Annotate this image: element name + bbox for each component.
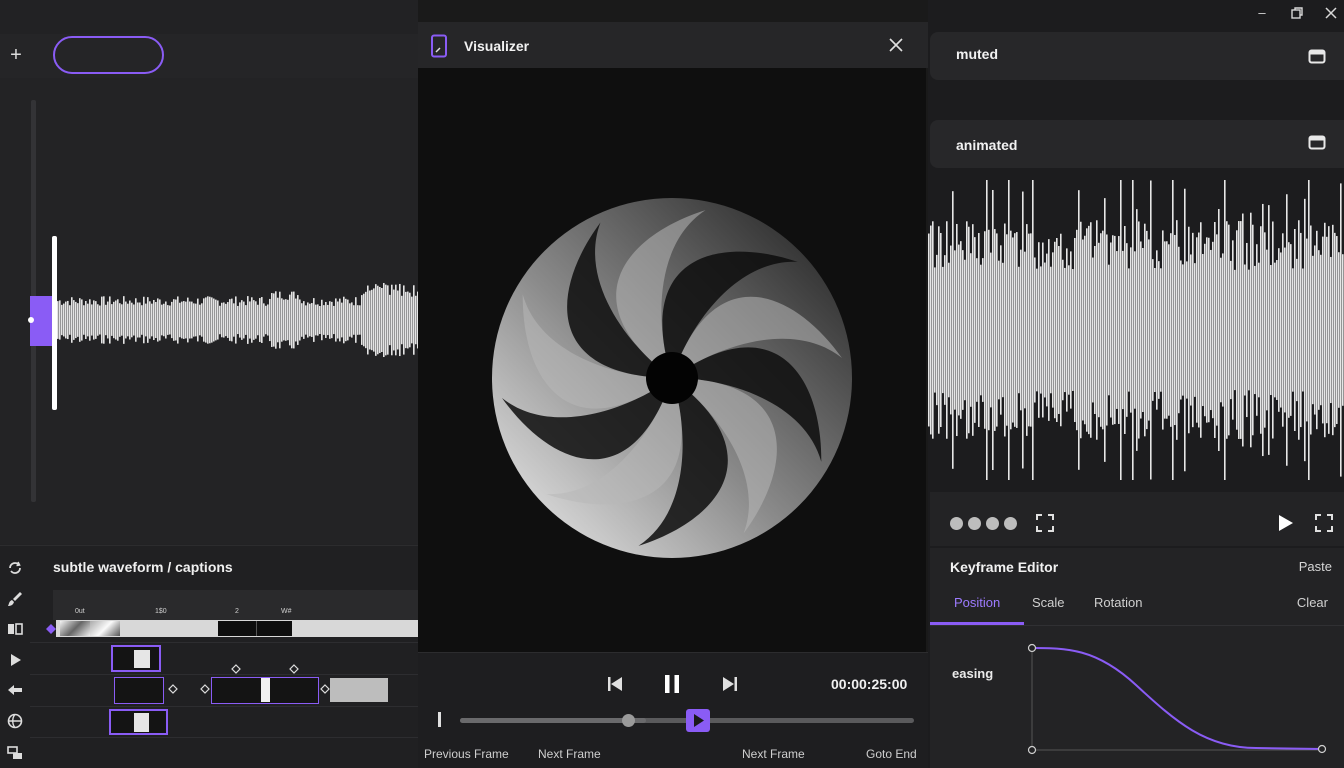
dot[interactable] <box>950 517 963 530</box>
track-title: subtle waveform / captions <box>53 559 233 575</box>
curve-point[interactable] <box>1027 643 1037 653</box>
keyframe-diamond-icon[interactable] <box>289 664 299 674</box>
skip-forward-icon[interactable] <box>722 676 738 692</box>
clip-strip[interactable] <box>56 620 418 637</box>
track-name-pill[interactable] <box>53 36 164 74</box>
left-waveform-area <box>0 78 418 544</box>
left-waveform <box>28 100 418 502</box>
ruler-label: 1$0 <box>155 608 167 615</box>
right-waveform <box>928 180 1344 480</box>
close-icon[interactable] <box>889 38 903 52</box>
window-icon[interactable] <box>1308 134 1326 150</box>
keyframe-diamond-icon[interactable] <box>231 664 241 674</box>
playhead[interactable] <box>52 236 57 410</box>
ruler-label: 2 <box>235 608 239 615</box>
restore-icon[interactable] <box>1290 6 1304 20</box>
track-row <box>30 706 418 736</box>
previous-frame-link[interactable]: Previous Frame <box>424 747 509 761</box>
divider <box>930 625 1344 626</box>
clip-thumbnail <box>60 621 90 636</box>
card-label: muted <box>956 46 998 62</box>
ruler-label: W# <box>281 608 292 615</box>
fullscreen-icon[interactable] <box>1315 514 1333 532</box>
dot[interactable] <box>986 517 999 530</box>
pause-icon[interactable] <box>664 674 680 694</box>
dot[interactable] <box>1004 517 1017 530</box>
easing-curve-graph[interactable] <box>1026 640 1332 758</box>
paste-button[interactable]: Paste <box>1299 559 1332 574</box>
scrub-handle[interactable] <box>622 714 635 727</box>
dot[interactable] <box>968 517 981 530</box>
clip-thumbnail <box>90 621 120 636</box>
timecode: 00:00:25:00 <box>831 676 908 692</box>
goto-end-link[interactable]: Goto End <box>866 747 917 761</box>
globe-icon[interactable] <box>6 712 24 730</box>
minimize-icon[interactable]: – <box>1254 5 1270 21</box>
close-icon[interactable] <box>1324 6 1338 20</box>
split-icon[interactable] <box>6 620 24 638</box>
clear-button[interactable]: Clear <box>1297 595 1328 610</box>
tab-position[interactable]: Position <box>954 595 1000 610</box>
in-point-marker[interactable] <box>438 712 441 727</box>
muted-card[interactable]: muted <box>930 32 1344 80</box>
fit-frame-icon[interactable] <box>1036 514 1054 532</box>
curve-label: easing <box>952 666 994 681</box>
play-icon[interactable] <box>6 651 24 669</box>
left-panel: + subtle waveform / captions 0ut 1$0 2 W… <box>0 0 418 768</box>
play-marker-icon[interactable] <box>686 709 710 732</box>
keyframe-diamond-icon[interactable] <box>46 624 56 634</box>
arrow-left-icon[interactable] <box>6 681 24 699</box>
ruler-label: 0ut <box>75 608 85 615</box>
brush-icon[interactable] <box>6 590 24 608</box>
animated-card[interactable]: animated <box>930 120 1344 168</box>
keyframe-diamond-icon[interactable] <box>320 684 330 694</box>
keyframe-editor: Keyframe Editor Paste Position Scale Rot… <box>930 548 1344 768</box>
visualizer-panel: Visualizer 00:00:25:00 Previous Frame Ne… <box>418 0 928 768</box>
keyframe-diamond-icon[interactable] <box>168 684 178 694</box>
play-icon[interactable] <box>1278 514 1294 532</box>
next-frame-link[interactable]: Next Frame <box>538 747 601 761</box>
clip-block[interactable] <box>330 678 388 702</box>
visualizer-title: Visualizer <box>464 38 530 54</box>
keyframe-clip-selected[interactable] <box>109 709 168 735</box>
skip-back-icon[interactable] <box>607 676 623 692</box>
window-icon[interactable] <box>1308 48 1326 64</box>
tab-rotation[interactable]: Rotation <box>1094 595 1142 610</box>
keyframe-clip-selected[interactable] <box>111 645 161 672</box>
curve-point[interactable] <box>1317 744 1327 754</box>
right-waveform-area <box>928 168 1344 492</box>
loop-icon[interactable] <box>6 559 24 577</box>
track-row <box>30 642 418 672</box>
next-frame-link[interactable]: Next Frame <box>742 747 805 761</box>
clip-block[interactable] <box>256 621 292 636</box>
track-row <box>30 737 418 767</box>
layers-icon[interactable] <box>6 744 24 762</box>
card-label: animated <box>956 137 1018 153</box>
selection-handle[interactable] <box>28 317 34 323</box>
phone-icon <box>431 34 447 58</box>
curve-point[interactable] <box>1027 745 1037 755</box>
easing-curve[interactable] <box>1031 647 1323 750</box>
keyframe-diamond-icon[interactable] <box>200 684 210 694</box>
clip-group-selected[interactable] <box>211 677 319 704</box>
swirl-visual <box>492 198 852 558</box>
visualizer-viewport <box>418 68 926 652</box>
plus-icon[interactable]: + <box>8 44 24 66</box>
right-panel: – muted animated Keyframe Editor Paste P… <box>928 0 1344 768</box>
timeline-ruler[interactable]: 0ut 1$0 2 W# <box>53 590 418 620</box>
keyframe-editor-title: Keyframe Editor <box>950 559 1059 575</box>
clip-block[interactable] <box>218 621 256 636</box>
preview-controls <box>930 492 1344 546</box>
tab-scale[interactable]: Scale <box>1032 595 1065 610</box>
clip-block[interactable] <box>114 677 164 704</box>
